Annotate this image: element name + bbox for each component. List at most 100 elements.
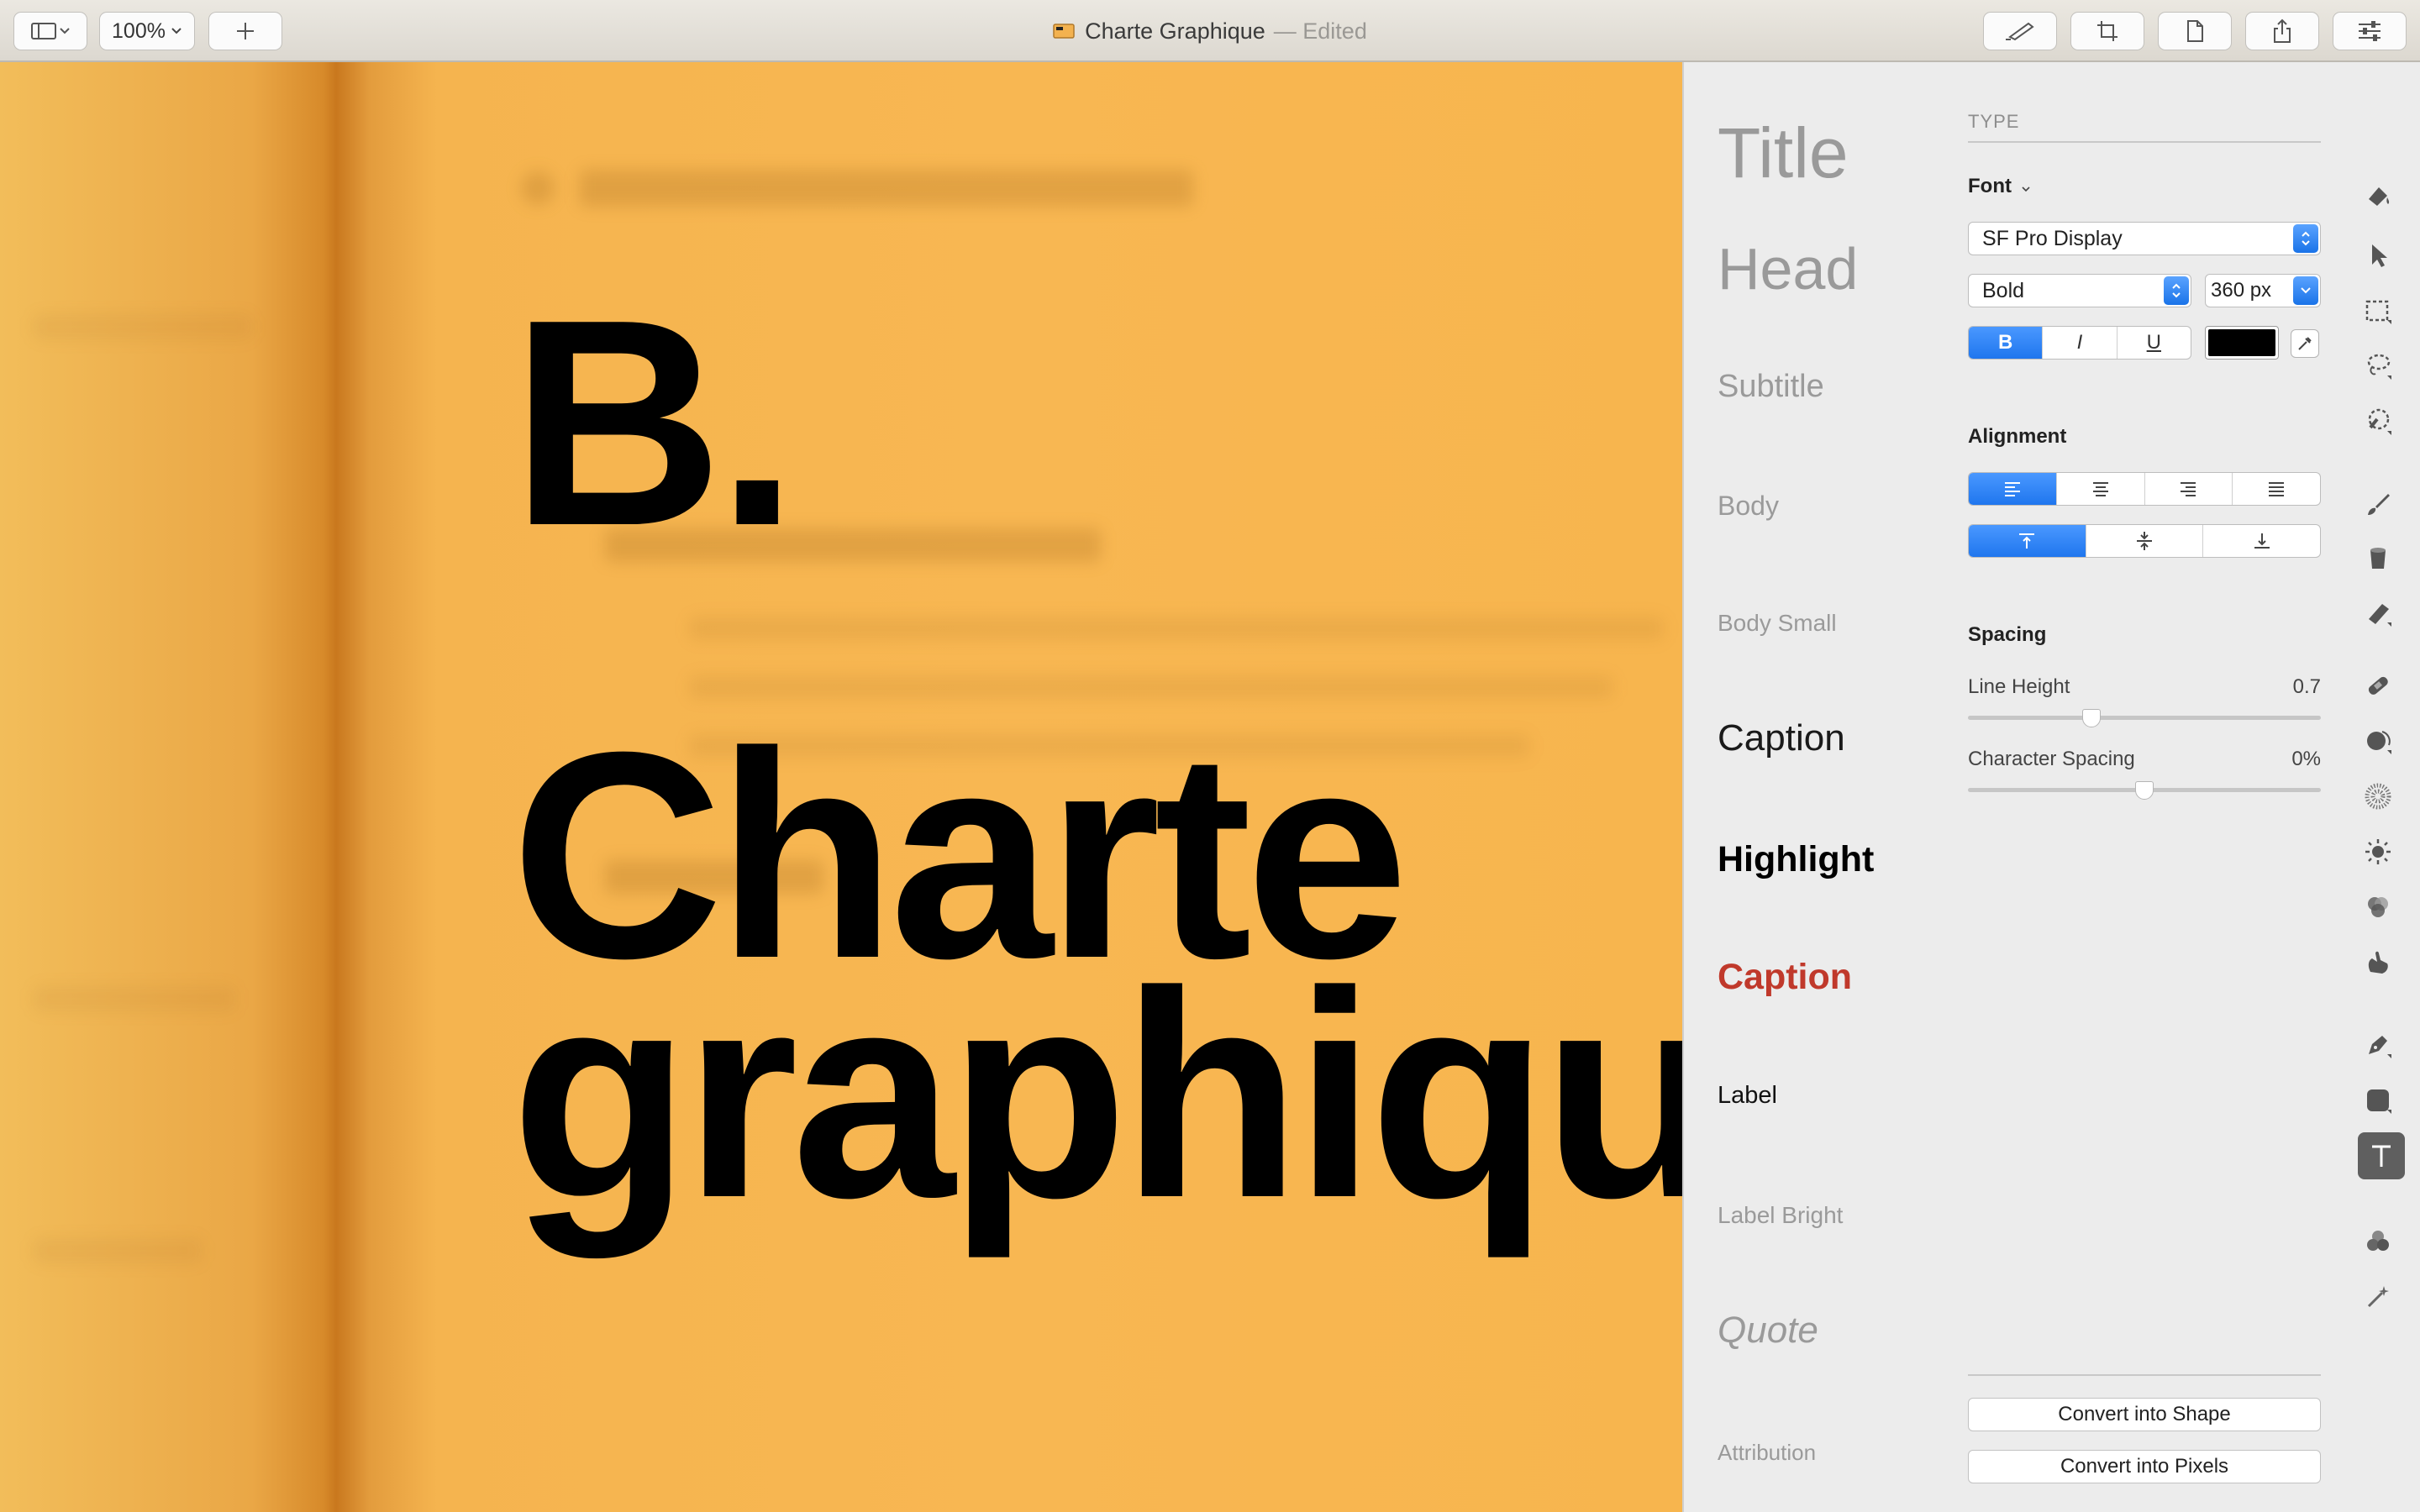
convert-into-shape-button[interactable]: Convert into Shape (1968, 1398, 2321, 1431)
type-section-header: TYPE (1968, 111, 2020, 132)
font-size-combo[interactable]: 360 px (2205, 274, 2321, 307)
horizontal-alignment-segmented (1968, 472, 2321, 506)
style-caption-red[interactable]: Caption (1718, 957, 1852, 998)
magic-select-icon[interactable] (2361, 405, 2395, 438)
style-label-bright[interactable]: Label Bright (1718, 1202, 1843, 1229)
effects-icon[interactable] (2361, 1225, 2395, 1258)
fill-icon[interactable] (2361, 541, 2395, 575)
font-weight-select[interactable]: Bold (1968, 274, 2191, 307)
blurred-background-text (521, 171, 555, 205)
zoom-level: 100% (112, 18, 166, 43)
page-icon (2187, 20, 2203, 42)
align-justify-button[interactable] (2233, 473, 2320, 505)
vertical-alignment-segmented (1968, 524, 2321, 558)
stepper-icon (2293, 224, 2318, 253)
italic-toggle[interactable]: I (2043, 327, 2118, 359)
chevron-down-icon (2293, 276, 2318, 305)
color-swatch (2208, 329, 2275, 356)
character-spacing-label: Character Spacing (1968, 748, 2135, 770)
align-center-button[interactable] (2057, 473, 2145, 505)
document-canvas[interactable]: B. Charte graphiqu (0, 62, 1682, 1512)
font-label: Font (1968, 175, 2012, 197)
style-attribution[interactable]: Attribution (1718, 1440, 1816, 1466)
eraser-icon[interactable] (2361, 596, 2395, 630)
character-spacing-slider-knob[interactable] (2135, 781, 2154, 800)
bold-glyph: B (1997, 331, 2013, 354)
share-button[interactable] (2245, 12, 2319, 50)
style-body-small[interactable]: Body Small (1718, 610, 1837, 637)
finger-icon[interactable] (2361, 946, 2395, 979)
italic-glyph: I (2076, 331, 2083, 354)
blurred-background-text (689, 617, 1664, 640)
font-weight-value: Bold (1982, 278, 2025, 302)
adjustments-button[interactable] (2333, 12, 2407, 50)
align-right-icon (2181, 482, 2196, 496)
rect-select-icon[interactable] (2361, 294, 2395, 328)
eyedropper-icon (2298, 337, 2312, 350)
style-body[interactable]: Body (1718, 491, 1779, 522)
view-menu-button[interactable] (13, 12, 87, 50)
magic-wand-icon[interactable] (2361, 1280, 2395, 1314)
style-quote[interactable]: Quote (1718, 1310, 1818, 1352)
eyedropper-button[interactable] (2291, 329, 2319, 358)
tools-palette (2336, 62, 2420, 1512)
share-icon (2274, 18, 2291, 43)
sliders-icon (2359, 21, 2381, 41)
chevron-down-icon (2022, 186, 2030, 192)
blurred-background-text (34, 1238, 202, 1263)
text-tool-button[interactable] (2358, 1132, 2405, 1179)
style-subtitle[interactable]: Subtitle (1718, 369, 1824, 405)
brush-icon[interactable] (2361, 487, 2395, 521)
text-icon (2372, 1145, 2391, 1167)
lasso-icon[interactable] (2361, 349, 2395, 383)
heading-line-graphique[interactable]: graphiqu (511, 948, 1682, 1242)
align-right-button[interactable] (2145, 473, 2233, 505)
pointer-icon[interactable] (2361, 239, 2395, 272)
style-label[interactable]: Label (1718, 1082, 1777, 1110)
align-top-button[interactable] (1969, 525, 2086, 557)
align-middle-icon (2137, 532, 2152, 550)
font-family-value: SF Pro Display (1982, 226, 2123, 250)
divider (1968, 141, 2321, 143)
pen-icon[interactable] (2361, 1028, 2395, 1062)
shape-icon[interactable] (2361, 1084, 2395, 1117)
text-color-well[interactable] (2205, 326, 2279, 360)
bandage-icon[interactable] (2361, 669, 2395, 702)
color-adjust-icon[interactable] (2361, 890, 2395, 924)
underline-toggle[interactable]: U (2118, 327, 2191, 359)
font-family-select[interactable]: SF Pro Display (1968, 222, 2321, 255)
style-highlight[interactable]: Highlight (1718, 839, 1874, 880)
bold-toggle[interactable]: B (1969, 327, 2044, 359)
align-middle-button[interactable] (2086, 525, 2204, 557)
heading-letter[interactable]: B. (511, 276, 798, 570)
convert-into-pixels-button[interactable]: Convert into Pixels (1968, 1450, 2321, 1483)
style-title[interactable]: Title (1718, 113, 1849, 194)
underline-glyph: U (2146, 331, 2161, 354)
blurred-background-text (580, 170, 1193, 207)
zoom-menu-button[interactable]: 100% (99, 12, 195, 50)
text-style-segmented: B I U (1968, 326, 2191, 360)
align-center-icon (2092, 482, 2108, 496)
sun-icon[interactable] (2361, 835, 2395, 869)
add-button[interactable] (208, 12, 282, 50)
noise-icon[interactable] (2361, 780, 2395, 813)
text-styles-panel: Title Head Subtitle Body Body Small Capt… (1682, 62, 1949, 1512)
font-menu-label[interactable]: Font (1968, 175, 2031, 198)
format-brush-button[interactable] (1983, 12, 2057, 50)
line-height-slider[interactable] (1968, 716, 2321, 720)
style-head[interactable]: Head (1718, 235, 1858, 302)
align-left-button[interactable] (1969, 473, 2057, 505)
stepper-icon (2164, 276, 2189, 305)
page-button[interactable] (2158, 12, 2232, 50)
paint-bucket-icon[interactable] (2361, 180, 2395, 213)
spacing-label: Spacing (1968, 623, 2047, 646)
align-bottom-button[interactable] (2203, 525, 2320, 557)
line-height-label: Line Height (1968, 675, 2070, 698)
edited-status: — Edited (1273, 18, 1367, 44)
character-spacing-value: 0% (2291, 748, 2321, 770)
style-caption[interactable]: Caption (1718, 717, 1845, 759)
line-height-slider-knob[interactable] (2082, 709, 2101, 727)
crop-button[interactable] (2070, 12, 2144, 50)
type-inspector: TYPE Font SF Pro Display Bold 360 px B I… (1949, 62, 2336, 1512)
smudge-icon[interactable] (2361, 724, 2395, 758)
